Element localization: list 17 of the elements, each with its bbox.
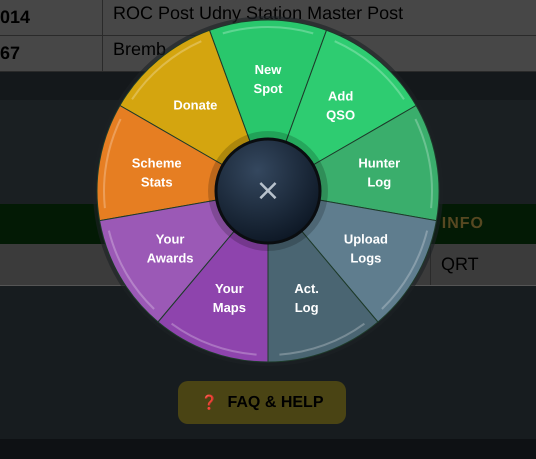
table-cell-text: Bremb — [112, 38, 166, 61]
table-cell-text: ROC Post Udny Station Master Post — [112, 2, 404, 25]
info-heading: INFO — [442, 214, 484, 234]
close-button[interactable]: × — [214, 138, 322, 244]
menu-label: Hunter Log — [358, 155, 400, 190]
menu-label: Your Awards — [146, 232, 194, 266]
menu-label: Scheme Stats — [132, 155, 182, 190]
menu-label: Upload Logs — [344, 232, 388, 266]
menu-label: Donate — [173, 97, 218, 112]
menu-segment[interactable] — [312, 105, 440, 222]
question-mark-icon: ❓ — [200, 392, 218, 413]
table-cell: 67 — [0, 36, 103, 71]
menu-label: Your Maps — [212, 281, 246, 316]
table-cell: 014 — [0, 0, 103, 35]
menu-label: Add QSO — [326, 88, 356, 122]
menu-label: Act. Log — [294, 281, 319, 316]
menu-label: New Spot — [254, 62, 282, 96]
